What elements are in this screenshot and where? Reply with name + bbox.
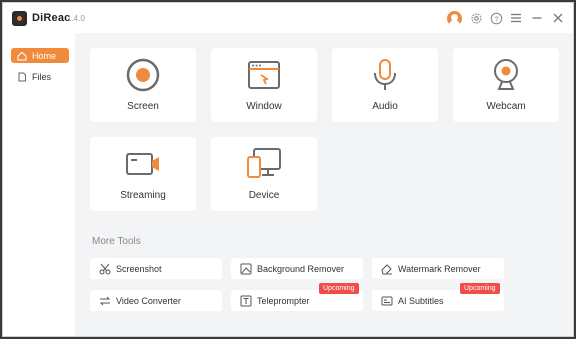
sidebar-item-files[interactable]: Files — [11, 69, 69, 84]
upcoming-badge: Upcoming — [460, 283, 500, 294]
app-version: 1.4.0 — [67, 14, 85, 23]
tool-teleprompter[interactable]: Teleprompter Upcoming — [231, 283, 363, 311]
file-icon — [16, 72, 28, 82]
card-label: Webcam — [486, 101, 526, 112]
tool-video-converter[interactable]: Video Converter — [90, 290, 222, 311]
sidebar-item-home[interactable]: Home — [11, 48, 69, 63]
eraser-icon — [381, 263, 393, 275]
tool-background-remover[interactable]: Background Remover — [231, 258, 363, 279]
menu-icon[interactable] — [509, 11, 523, 25]
card-webcam[interactable]: Webcam — [453, 48, 559, 122]
close-icon[interactable] — [551, 11, 565, 25]
sidebar: Home Files — [3, 33, 75, 336]
title-bar: DiReac 1.4.0 ? — [3, 3, 573, 33]
help-icon[interactable]: ? — [489, 11, 503, 25]
app-name: DiReac — [32, 12, 71, 24]
streaming-icon — [123, 146, 163, 182]
tool-label: Watermark Remover — [398, 263, 481, 274]
card-label: Audio — [372, 101, 398, 112]
card-audio[interactable]: Audio — [332, 48, 438, 122]
upcoming-badge: Upcoming — [319, 283, 359, 294]
tool-screenshot[interactable]: Screenshot — [90, 258, 222, 279]
text-icon — [240, 295, 252, 307]
app-logo-icon — [12, 11, 27, 26]
card-label: Window — [246, 101, 282, 112]
tool-label: Teleprompter — [257, 295, 310, 306]
gear-icon[interactable] — [469, 11, 483, 25]
tool-watermark-remover[interactable]: Watermark Remover — [372, 258, 504, 279]
sidebar-item-label: Files — [32, 71, 52, 82]
subtitle-icon — [381, 295, 393, 307]
scissors-icon — [99, 263, 111, 275]
card-streaming[interactable]: Streaming — [90, 137, 196, 211]
app-window: DiReac 1.4.0 ? Home Files Screen Window … — [2, 2, 574, 337]
tool-label: Background Remover — [257, 263, 345, 274]
tool-ai-subtitles[interactable]: AI Subtitles Upcoming — [372, 283, 504, 311]
window-icon — [244, 57, 284, 93]
more-tools-title: More Tools — [92, 236, 141, 247]
avatar-icon[interactable] — [447, 11, 462, 26]
tool-label: AI Subtitles — [398, 295, 444, 306]
card-window[interactable]: Window — [211, 48, 317, 122]
svg-text:?: ? — [494, 14, 498, 23]
device-icon — [244, 146, 284, 182]
card-label: Screen — [127, 101, 159, 112]
card-device[interactable]: Device — [211, 137, 317, 211]
image-icon — [240, 263, 252, 275]
sidebar-item-label: Home — [32, 50, 57, 61]
microphone-icon — [365, 57, 405, 93]
main-content: Screen Window Audio Webcam Streaming Dev… — [75, 33, 573, 336]
record-icon — [123, 57, 163, 93]
tool-label: Video Converter — [116, 295, 181, 306]
home-icon — [16, 51, 28, 61]
card-label: Device — [248, 190, 280, 201]
card-label: Streaming — [120, 190, 166, 201]
convert-icon — [99, 295, 111, 307]
card-screen[interactable]: Screen — [90, 48, 196, 122]
webcam-icon — [486, 57, 526, 93]
tool-label: Screenshot — [116, 263, 162, 274]
minimize-icon[interactable] — [530, 11, 544, 25]
